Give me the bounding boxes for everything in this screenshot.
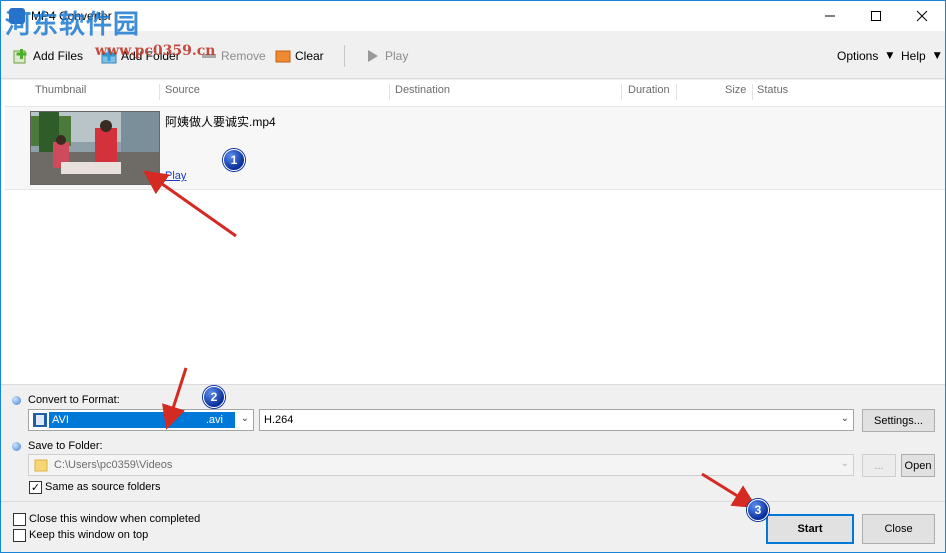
settings-button[interactable]: Settings...	[862, 409, 935, 432]
format-select[interactable]: AVI .avi ⌄	[28, 409, 254, 431]
folder-path: C:\Users\pc0359\Videos	[54, 459, 173, 471]
start-button[interactable]: Start	[766, 514, 854, 544]
toolbar-separator	[344, 45, 345, 67]
column-header-status[interactable]: Status	[757, 84, 788, 96]
help-caret-icon: ▼	[933, 51, 941, 61]
step-badge-2: 2	[203, 386, 225, 408]
step-badge-3: 3	[747, 499, 769, 521]
column-header-size[interactable]: Size	[725, 84, 746, 96]
close-when-completed-label: Close this window when completed	[29, 513, 201, 525]
help-label: Help	[901, 49, 926, 63]
codec-value: H.264	[264, 414, 294, 426]
watermark-url: www.pc0359.cn	[95, 43, 216, 59]
add-files-button[interactable]: Add Files	[13, 47, 83, 65]
column-header-destination[interactable]: Destination	[395, 84, 450, 96]
convert-format-label: Convert to Format:	[28, 394, 120, 406]
minimize-button[interactable]	[807, 1, 853, 31]
format-selection: AVI .avi	[49, 412, 235, 428]
folder-select[interactable]: C:\Users\pc0359\Videos ⌄	[28, 454, 854, 476]
remove-label: Remove	[221, 49, 266, 63]
bullet-icon	[12, 396, 21, 405]
column-separator	[676, 84, 677, 100]
settings-panel: Convert to Format: AVI .avi ⌄ H.264 ⌄ Se…	[1, 386, 945, 552]
file-name: 阿姨做人要诚实.mp4	[165, 115, 276, 129]
add-files-label: Add Files	[33, 49, 84, 63]
clear-label: Clear	[295, 49, 324, 63]
maximize-button[interactable]	[853, 1, 899, 31]
bullet-icon	[12, 442, 21, 451]
thumbnail-image	[31, 112, 159, 184]
clear-icon	[275, 50, 291, 63]
browse-button[interactable]: ...	[862, 454, 896, 477]
file-list[interactable]: Thumbnail Source Destination Duration Si…	[1, 80, 945, 385]
film-icon	[33, 413, 47, 427]
options-caret-icon: ▼	[886, 51, 894, 61]
keep-on-top-label: Keep this window on top	[29, 529, 149, 541]
close-when-completed-checkbox[interactable]	[13, 513, 26, 526]
options-menu[interactable]: Options ▼	[837, 47, 893, 65]
divider	[1, 501, 945, 502]
add-files-icon	[13, 49, 27, 64]
keep-on-top-checkbox[interactable]	[13, 529, 26, 542]
close-icon	[916, 10, 928, 22]
open-folder-button[interactable]: Open	[901, 454, 935, 477]
save-folder-label: Save to Folder:	[28, 440, 103, 452]
step-badge-1: 1	[223, 149, 245, 171]
same-as-source-label: Same as source folders	[45, 481, 161, 493]
column-header-duration[interactable]: Duration	[628, 84, 670, 96]
chevron-down-icon: ⌄	[840, 458, 849, 469]
chevron-down-icon: ⌄	[840, 413, 849, 424]
minimize-icon	[825, 15, 835, 17]
column-separator	[752, 84, 753, 100]
play-label: Play	[385, 49, 409, 63]
app-window: MP4 Converter Add Files Add Folder Remov…	[0, 0, 946, 553]
play-button[interactable]: Play	[365, 47, 408, 65]
play-link[interactable]: Play	[165, 170, 186, 182]
play-icon	[368, 50, 378, 62]
file-row[interactable]: 阿姨做人要诚实.mp4 Play	[5, 106, 945, 190]
column-separator	[389, 84, 390, 100]
options-label: Options	[837, 49, 879, 63]
title-bar: MP4 Converter	[1, 1, 945, 31]
video-thumbnail[interactable]	[30, 111, 160, 185]
folder-icon	[34, 459, 48, 472]
watermark-logo: 河东软件园	[5, 10, 141, 40]
column-header-source[interactable]: Source	[165, 84, 200, 96]
clear-button[interactable]: Clear	[275, 47, 324, 65]
column-header-thumbnail[interactable]: Thumbnail	[35, 84, 86, 96]
format-name: AVI	[52, 414, 69, 426]
column-separator	[621, 84, 622, 100]
close-button[interactable]: Close	[862, 514, 935, 544]
same-as-source-checkbox[interactable]: ✓	[29, 481, 42, 494]
column-separator	[159, 84, 160, 100]
help-menu[interactable]: Help ▼	[901, 47, 941, 65]
maximize-icon	[871, 11, 881, 21]
close-window-button[interactable]	[899, 1, 945, 31]
format-extension: .avi	[205, 414, 223, 426]
chevron-down-icon: ⌄	[240, 413, 249, 424]
codec-select[interactable]: H.264 ⌄	[259, 409, 854, 431]
